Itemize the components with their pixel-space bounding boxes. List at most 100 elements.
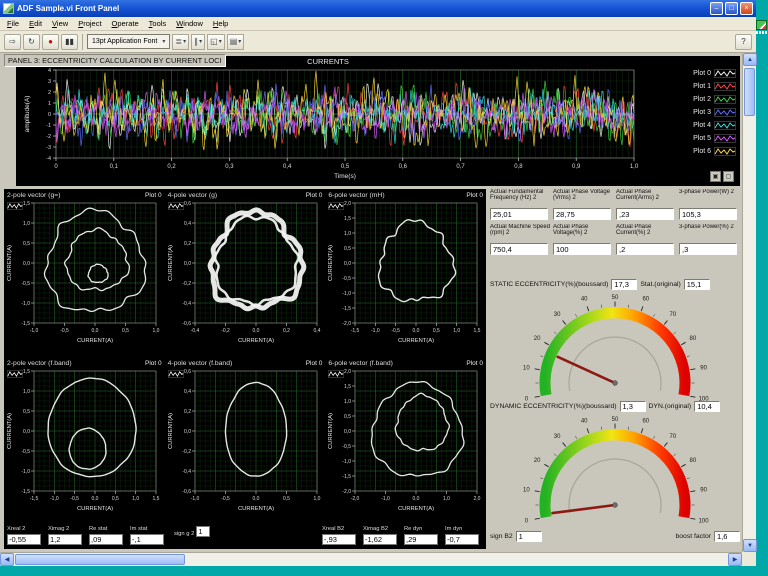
menu-bar: File Edit View Project Operate Tools Window Hel…: [0, 17, 756, 31]
readout-value[interactable]: -,93: [322, 534, 356, 545]
menu-item-window[interactable]: Window: [171, 18, 208, 29]
static-original-label: Stat.(original): [640, 281, 681, 288]
svg-text:0,0: 0,0: [344, 429, 351, 435]
legend-item[interactable]: Plot 5: [648, 132, 736, 144]
indicator-value[interactable]: ,23: [616, 208, 674, 220]
font-selector[interactable]: 13pt Application Font ▾: [87, 34, 171, 49]
abort-button[interactable]: ●: [42, 33, 59, 50]
legend-item[interactable]: Plot 3: [648, 106, 736, 118]
static-original-value[interactable]: 15,1: [683, 279, 710, 290]
boost-factor-value[interactable]: 1,6: [714, 531, 740, 542]
labview-front-panel-window: ADF Sample.vi Front Panel – □ × File Edit…: [0, 0, 757, 566]
horizontal-scroll-thumb[interactable]: [15, 554, 185, 565]
xy-plot-area[interactable]: 2,01,51,00,50,0-0,5-1,0-1,5-2,0-1,5 -1,0-…: [325, 201, 483, 353]
sign-g-value[interactable]: 1: [196, 526, 211, 537]
svg-text:-1,0: -1,0: [382, 496, 391, 502]
svg-text:0,4: 0,4: [283, 164, 292, 170]
svg-text:-1,0: -1,0: [21, 301, 30, 307]
xy-plot-legend[interactable]: Plot 0: [167, 192, 323, 210]
horizontal-scrollbar[interactable]: ◀ ▶: [0, 552, 742, 566]
menu-item-view[interactable]: View: [47, 18, 73, 29]
reorder-dropdown-icon: ▤: [229, 37, 238, 46]
plot-line-icon: [714, 133, 736, 143]
reorder-dropdown[interactable]: ▤ ▾: [226, 33, 245, 50]
svg-text:0,5: 0,5: [433, 328, 440, 334]
legend-item[interactable]: Plot 6: [648, 145, 736, 157]
menu-item-file[interactable]: File: [2, 18, 24, 29]
legend-label: Plot 1: [693, 82, 711, 90]
indicator: Actual Machine Speed (rpm) 2 750,4: [490, 224, 551, 255]
run-continuously-button[interactable]: ↻: [23, 33, 40, 50]
indicator-value[interactable]: 105,3: [679, 208, 737, 220]
legend-item[interactable]: Plot 0: [648, 67, 736, 79]
xy-plot-legend[interactable]: Plot 0: [328, 192, 483, 210]
distribute-objects-dropdown[interactable]: ∥ ▾: [191, 33, 206, 50]
title-bar[interactable]: ADF Sample.vi Front Panel – □ ×: [0, 0, 756, 17]
indicator-value[interactable]: 100: [553, 243, 611, 255]
readout-value[interactable]: ,29: [404, 534, 438, 545]
xy-plot-area[interactable]: 0,6 0,4 0,2 0,0 -0,2 -0,4 -0,6-1,0 -0,5 0,0 0,5 1,…: [165, 369, 323, 521]
scroll-down-button[interactable]: ▼: [743, 539, 757, 552]
xy-plot-legend[interactable]: Plot 0: [328, 360, 483, 378]
static-eccentricity-value[interactable]: 17,3: [611, 279, 638, 290]
panel-title: PANEL 3: ECCENTRICITY CALCULATION BY CUR…: [4, 54, 226, 67]
vertical-scrollbar[interactable]: ▲ ▼: [742, 53, 757, 552]
legend-label: Plot 0: [305, 192, 323, 199]
context-help-button[interactable]: ?: [735, 33, 752, 50]
x-scale-lock-button[interactable]: ▣: [710, 171, 721, 182]
scroll-up-button[interactable]: ▲: [743, 53, 757, 66]
menu-item-help[interactable]: Help: [208, 18, 233, 29]
y-scale-lock-button[interactable]: ▢: [723, 171, 734, 182]
xy-plot-area[interactable]: 1,5 1,0 0,5 0,0 -0,5 -1,0 -1,5-1,5 -1,0 -0,5 0,0 0…: [4, 369, 162, 521]
menu-item-tools[interactable]: Tools: [144, 18, 172, 29]
menu-item-project[interactable]: Project: [73, 18, 106, 29]
menu-item-operate[interactable]: Operate: [107, 18, 144, 29]
svg-text:0: 0: [48, 112, 51, 118]
run-button[interactable]: ⇨: [4, 33, 21, 50]
minimize-button[interactable]: –: [710, 2, 723, 15]
desktop-icon[interactable]: [756, 20, 767, 34]
readout-value[interactable]: -0,7: [445, 534, 479, 545]
svg-text:-1,5: -1,5: [351, 328, 360, 334]
indicator-value[interactable]: ,2: [616, 243, 674, 255]
legend-item[interactable]: Plot 4: [648, 119, 736, 131]
vertical-scroll-thumb[interactable]: [744, 68, 755, 116]
resize-objects-dropdown[interactable]: ◱ ▾: [207, 33, 225, 50]
indicator-value[interactable]: 28,75: [553, 208, 611, 220]
currents-plot-area[interactable]: 43210-1-2-3-40 0,1 0,2 0,3 0,4 0,5 0,6 0,7 0,8 0,…: [20, 66, 642, 180]
indicator-value[interactable]: 25,01: [490, 208, 548, 220]
xy-plot-area[interactable]: 1,51,00,50,0-0,5-1,0-1,5-1,0 -0,5 0,0 0,5 1,…: [4, 201, 162, 353]
sign-b2-value[interactable]: 1: [515, 531, 542, 542]
sign-g: sign g 21: [174, 526, 211, 537]
scroll-right-button[interactable]: ▶: [728, 553, 742, 566]
indicator-value[interactable]: 750,4: [490, 243, 548, 255]
indicator: Actual Phase Voltage(%) 2 100: [553, 224, 614, 255]
menu-item-edit[interactable]: Edit: [24, 18, 47, 29]
legend-item[interactable]: Plot 1: [648, 80, 736, 92]
xy-plot-legend[interactable]: Plot 0: [167, 360, 322, 378]
legend-item[interactable]: Plot 2: [648, 93, 736, 105]
readout-value[interactable]: 1,2: [48, 534, 82, 545]
xy-plot-legend[interactable]: Plot 0: [7, 360, 162, 378]
readout-value[interactable]: -1,62: [363, 534, 397, 545]
readout-value[interactable]: ,09: [89, 534, 123, 545]
xy-plot-area[interactable]: 0,60,40,20,0-0,2-0,4-0,6-0,4 -0,2 0,0 0,2 0,…: [165, 201, 323, 353]
pause-button[interactable]: ▮▮: [61, 33, 78, 50]
readout: Re dyn ,29: [404, 526, 440, 545]
xy-plot-area[interactable]: 2,0 1,5 1,0 0,5 0,0 -0,5 -1,0 -1,5 -2,0-2,0 -1,0 0…: [325, 369, 483, 521]
svg-text:30: 30: [554, 312, 561, 318]
readout-value[interactable]: -,1: [130, 534, 164, 545]
scroll-left-button[interactable]: ◀: [0, 553, 14, 566]
xy-plot-legend[interactable]: Plot 0: [7, 192, 162, 210]
xy-plot-title: 6-pole vector (f.band): [328, 360, 393, 367]
readout-value[interactable]: -0,55: [7, 534, 41, 545]
svg-text:-0,6: -0,6: [182, 489, 191, 495]
maximize-button[interactable]: □: [725, 2, 738, 15]
indicator-value[interactable]: ,3: [679, 243, 737, 255]
dynamic-eccentricity-label: DYNAMIC ECCENTRICITY(%)(boussard): [490, 403, 617, 410]
close-button[interactable]: ×: [740, 2, 753, 15]
svg-text:0,5: 0,5: [344, 246, 351, 252]
dynamic-eccentricity-value[interactable]: 1,3: [619, 401, 646, 412]
align-objects-dropdown[interactable]: ≣ ▾: [172, 33, 190, 50]
dynamic-original-value[interactable]: 10,4: [694, 401, 721, 412]
